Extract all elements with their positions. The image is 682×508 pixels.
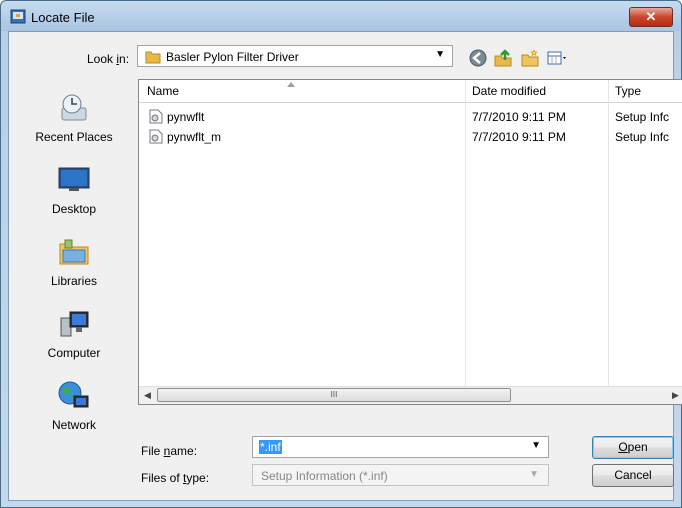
column-header-name[interactable]: Name — [147, 84, 179, 98]
cancel-button[interactable]: Cancel — [592, 464, 674, 487]
place-desktop[interactable]: Desktop — [9, 164, 139, 224]
files-of-type-label: Files of type: — [141, 471, 210, 485]
horizontal-scrollbar[interactable]: ◀ III ▶ — [139, 386, 682, 404]
scroll-thumb[interactable]: III — [157, 388, 511, 402]
dialog-body: Look in: Basler Pylon Filter Driver ▼ Re… — [8, 31, 682, 501]
place-label: Recent Places — [35, 130, 113, 144]
scroll-right-arrow-icon[interactable]: ▶ — [667, 387, 682, 404]
sort-ascending-icon — [287, 82, 295, 87]
place-label: Desktop — [51, 202, 97, 216]
file-list[interactable]: Name Date modified Type pynwflt 7/7/2010… — [138, 79, 682, 405]
column-header-type[interactable]: Type — [615, 84, 641, 98]
scroll-grip: III — [330, 390, 338, 399]
back-icon[interactable] — [468, 48, 488, 68]
files-of-type-dropdown[interactable]: Setup Information (*.inf) ▼ — [252, 464, 549, 486]
file-type: Setup Infc — [615, 130, 670, 144]
column-header-date-modified[interactable]: Date modified — [472, 84, 546, 98]
chevron-down-icon[interactable]: ▼ — [531, 440, 541, 451]
file-name-label: File name: — [141, 444, 198, 458]
app-icon — [10, 9, 26, 24]
place-label: Network — [51, 418, 96, 432]
place-label: Computer — [47, 346, 101, 360]
desktop-icon — [58, 167, 90, 191]
file-type: Setup Infc — [615, 110, 670, 124]
folder-icon — [145, 51, 161, 64]
setup-file-icon — [149, 129, 163, 144]
file-name: pynwflt_m — [167, 130, 222, 144]
look-in-dropdown[interactable]: Basler Pylon Filter Driver ▼ — [137, 45, 453, 67]
look-in-value: Basler Pylon Filter Driver — [166, 50, 299, 64]
look-in-label: Look in: — [87, 52, 130, 66]
libraries-icon — [59, 239, 89, 265]
file-name-input-value[interactable]: *.inf — [259, 440, 282, 454]
place-computer[interactable]: Computer — [9, 308, 139, 368]
file-row[interactable]: pynwflt 7/7/2010 9:11 PM Setup Infc — [139, 107, 682, 127]
network-icon — [58, 381, 89, 408]
setup-file-icon — [149, 109, 163, 124]
place-network[interactable]: Network — [9, 380, 139, 440]
place-recent-places[interactable]: Recent Places — [9, 92, 139, 152]
views-menu-icon[interactable] — [546, 48, 570, 68]
open-button[interactable]: Open — [592, 436, 674, 459]
scroll-left-arrow-icon[interactable]: ◀ — [139, 387, 156, 404]
chevron-down-icon[interactable]: ▼ — [529, 469, 539, 480]
locate-file-dialog: Locate File ✕ Look in: Basler Pylon Filt… — [0, 0, 682, 508]
close-icon: ✕ — [645, 9, 657, 24]
files-of-type-value: Setup Information (*.inf) — [261, 469, 388, 483]
up-folder-icon[interactable] — [493, 48, 513, 68]
file-date: 7/7/2010 9:11 PM — [472, 110, 566, 124]
computer-icon — [60, 311, 89, 337]
file-name: pynwflt — [167, 110, 205, 124]
close-button[interactable]: ✕ — [629, 7, 673, 27]
places-bar: Recent Places Desktop Libraries Computer… — [9, 78, 139, 498]
file-name-combobox[interactable]: *.inf ▼ — [252, 436, 549, 458]
place-libraries[interactable]: Libraries — [9, 236, 139, 296]
title-bar[interactable]: Locate File ✕ — [1, 1, 681, 31]
place-label: Libraries — [50, 274, 98, 288]
file-list-header: Name Date modified Type — [139, 80, 682, 103]
new-folder-icon[interactable] — [520, 48, 540, 68]
chevron-down-icon[interactable]: ▼ — [435, 49, 445, 60]
window-title: Locate File — [31, 10, 95, 25]
file-date: 7/7/2010 9:11 PM — [472, 130, 566, 144]
recent-places-icon — [61, 94, 87, 121]
file-row[interactable]: pynwflt_m 7/7/2010 9:11 PM Setup Infc — [139, 127, 682, 147]
